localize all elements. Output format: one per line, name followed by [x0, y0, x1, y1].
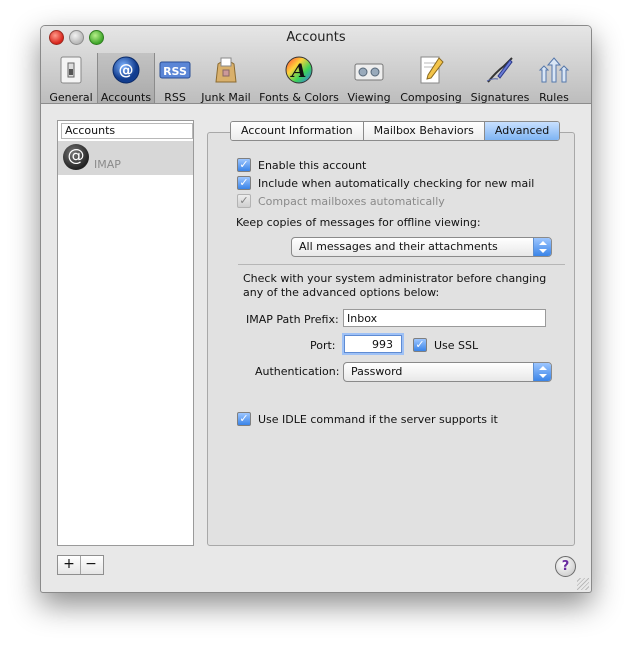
pencil-paper-icon	[420, 56, 444, 84]
at-sign-icon: @	[112, 56, 140, 84]
add-account-button[interactable]: +	[58, 556, 81, 574]
fonts-colors-icon: A	[285, 56, 313, 84]
use-ssl-row: ✓ Use SSL	[413, 337, 478, 353]
rss-icon: RSS	[159, 61, 191, 79]
light-switch-icon	[60, 56, 82, 84]
viewing-icon	[354, 63, 384, 81]
include-check-checkbox[interactable]: ✓	[237, 176, 251, 190]
accounts-list[interactable]: Accounts @ IMAP	[57, 120, 194, 546]
toolbar-label: General	[49, 91, 93, 104]
toolbar-label: RSS	[164, 91, 186, 104]
offline-copies-value: All messages and their attachments	[299, 240, 498, 253]
admin-note-line2: any of the advanced options below:	[243, 286, 440, 299]
rss-glyph: RSS	[163, 65, 187, 78]
help-button[interactable]: ?	[555, 556, 576, 577]
idle-row: ✓ Use IDLE command if the server support…	[237, 411, 498, 427]
rules-arrows-icon	[538, 57, 570, 83]
compact-mailboxes-row: ✓ Compact mailboxes automatically	[237, 193, 445, 209]
toolbar-composing[interactable]: Composing	[397, 53, 465, 104]
pen-icon	[486, 57, 513, 83]
port-label: Port:	[310, 339, 336, 352]
account-name: IMAP	[94, 158, 121, 171]
enable-account-checkbox[interactable]: ✓	[237, 158, 251, 172]
toolbar-general[interactable]: General	[47, 53, 95, 104]
accounts-list-header: Accounts	[61, 123, 193, 139]
toolbar-label: Junk Mail	[201, 91, 251, 104]
toolbar-label: Fonts & Colors	[259, 91, 339, 104]
include-check-label: Include when automatically checking for …	[258, 176, 535, 190]
offline-copies-popup[interactable]: All messages and their attachments	[291, 237, 552, 257]
fonts-glyph: A	[290, 60, 307, 82]
toolbar-label: Accounts	[100, 91, 152, 104]
at-sign-icon: @	[63, 144, 89, 170]
use-idle-label: Use IDLE command if the server supports …	[258, 412, 498, 426]
resize-grip[interactable]	[577, 578, 589, 590]
use-ssl-label: Use SSL	[434, 338, 479, 352]
include-check-row: ✓ Include when automatically checking fo…	[237, 175, 534, 191]
compact-mailboxes-checkbox[interactable]: ✓	[237, 194, 251, 208]
toolbar-rules[interactable]: Rules	[535, 53, 573, 104]
tab-mailbox-behaviors[interactable]: Mailbox Behaviors	[363, 122, 485, 140]
popup-arrows-icon	[533, 238, 551, 256]
toolbar-label: Rules	[539, 91, 569, 104]
junk-mail-bag-icon	[215, 57, 237, 83]
toolbar-label: Composing	[400, 91, 462, 104]
toolbar-label: Viewing	[347, 91, 391, 104]
authentication-label: Authentication:	[255, 365, 340, 378]
at-glyph: @	[119, 61, 134, 79]
remove-account-button[interactable]: −	[80, 556, 102, 574]
account-tabs: Account Information Mailbox Behaviors Ad…	[230, 121, 561, 141]
toolbar-accounts[interactable]: @ Accounts	[97, 53, 155, 104]
use-idle-checkbox[interactable]: ✓	[237, 412, 251, 426]
authentication-value: Password	[351, 365, 403, 378]
imap-prefix-label: IMAP Path Prefix:	[246, 313, 339, 326]
title-bar: Accounts General @ Accounts RSS RSS Junk…	[41, 26, 591, 104]
toolbar-junk-mail[interactable]: Junk Mail	[197, 53, 255, 104]
account-row-imap[interactable]: @ IMAP	[58, 141, 193, 175]
section-divider	[238, 264, 565, 265]
toolbar-viewing[interactable]: Viewing	[343, 53, 395, 104]
authentication-popup[interactable]: Password	[343, 362, 552, 382]
enable-account-label: Enable this account	[258, 158, 367, 172]
imap-prefix-field[interactable]: Inbox	[343, 309, 546, 327]
toolbar-rss[interactable]: RSS RSS	[155, 53, 195, 104]
preferences-window: Accounts General @ Accounts RSS RSS Junk…	[40, 25, 592, 593]
compact-mailboxes-label: Compact mailboxes automatically	[258, 194, 445, 208]
tab-advanced[interactable]: Advanced	[484, 122, 560, 140]
use-ssl-checkbox[interactable]: ✓	[413, 338, 427, 352]
enable-account-row: ✓ Enable this account	[237, 157, 366, 173]
offline-copies-label: Keep copies of messages for offline view…	[236, 216, 481, 229]
admin-note-line1: Check with your system administrator bef…	[243, 272, 547, 285]
port-field[interactable]: 993	[344, 335, 402, 353]
tab-account-information[interactable]: Account Information	[231, 122, 364, 140]
popup-arrows-icon	[533, 363, 551, 381]
toolbar-signatures[interactable]: Signatures	[467, 53, 533, 104]
account-add-remove-group: + −	[57, 555, 104, 575]
toolbar-label: Signatures	[470, 91, 530, 104]
toolbar-fonts-colors[interactable]: A Fonts & Colors	[257, 53, 341, 104]
window-title: Accounts	[286, 30, 346, 45]
